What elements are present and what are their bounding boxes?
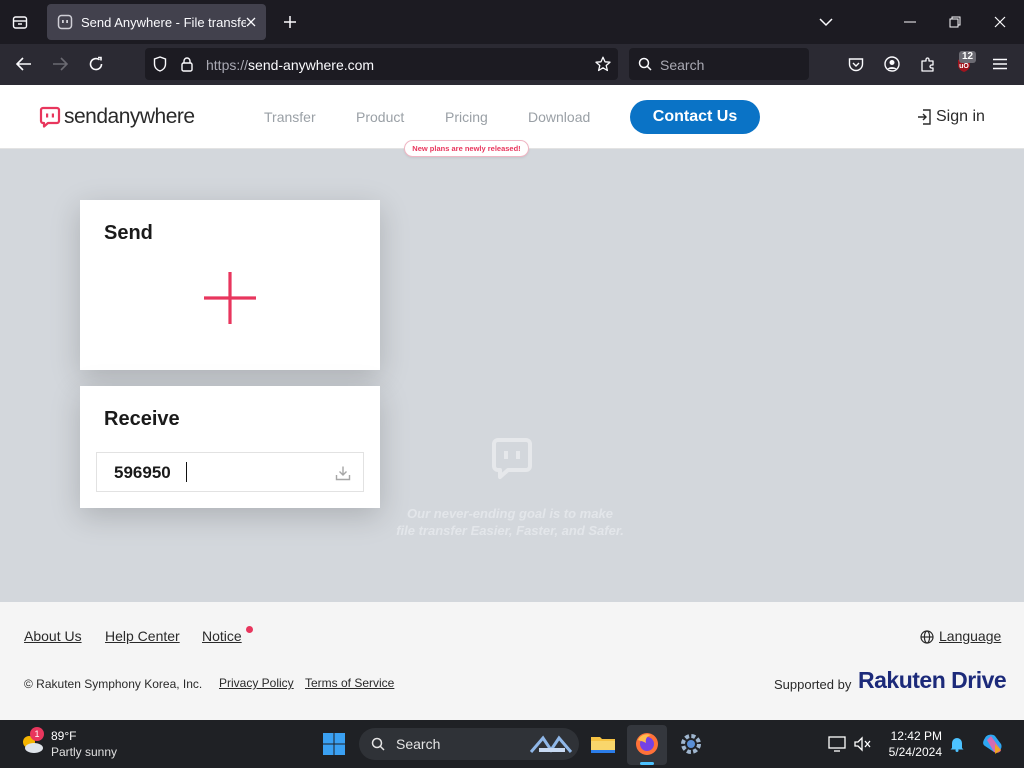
rakuten-drive-logo[interactable]: Rakuten Drive	[858, 667, 1007, 694]
settings-gear-icon[interactable]	[677, 730, 705, 758]
sign-in-link[interactable]: Sign in	[936, 108, 985, 126]
taskbar-clock-date[interactable]: 5/24/2024	[880, 745, 942, 759]
url-text[interactable]: https://send-anywhere.com	[206, 57, 374, 73]
nav-download[interactable]: Download	[528, 109, 590, 125]
menu-hamburger-icon[interactable]	[990, 54, 1010, 74]
globe-icon[interactable]	[919, 629, 935, 645]
weather-temperature: 89°F	[51, 729, 77, 743]
receive-card-title: Receive	[104, 408, 180, 430]
minimize-icon[interactable]	[900, 12, 920, 32]
windows-start-icon[interactable]	[321, 731, 347, 757]
list-all-tabs-icon[interactable]	[816, 12, 836, 32]
download-icon[interactable]	[333, 463, 353, 483]
contact-us-button[interactable]: Contact Us	[630, 100, 760, 134]
search-bar[interactable]	[629, 48, 809, 80]
footer-about-us-link[interactable]: About Us	[24, 628, 82, 644]
sendanywhere-logo-icon[interactable]	[38, 105, 62, 129]
copyright-text: © Rakuten Symphony Korea, Inc.	[24, 677, 203, 691]
active-app-indicator	[640, 762, 654, 765]
search-icon	[636, 55, 654, 73]
send-card[interactable]: Send	[80, 200, 380, 370]
close-tab-icon[interactable]	[246, 17, 256, 27]
sign-in-icon[interactable]	[916, 109, 932, 125]
site-logo-text[interactable]: sendanywhere	[64, 105, 195, 129]
language-selector[interactable]: Language	[939, 628, 1001, 644]
weather-alert-badge: 1	[30, 727, 44, 741]
text-caret	[186, 462, 187, 482]
nav-transfer[interactable]: Transfer	[264, 109, 316, 125]
extensions-puzzle-icon[interactable]	[918, 54, 938, 74]
taskbar-search-label: Search	[396, 736, 441, 752]
tray-display-icon[interactable]	[827, 734, 847, 754]
tagline-line-2: file transfer Easier, Faster, and Safer.	[396, 523, 624, 538]
receive-key-input[interactable]: 596950	[96, 452, 364, 492]
search-bar-placeholder: Search	[660, 57, 705, 73]
search-highlight-bridge-icon	[528, 730, 574, 758]
tagline-line-1: Our never-ending goal is to make	[407, 506, 613, 521]
firefox-taskbar-icon[interactable]	[633, 730, 661, 758]
account-icon[interactable]	[882, 54, 902, 74]
restore-icon[interactable]	[945, 12, 965, 32]
close-window-icon[interactable]	[990, 12, 1010, 32]
nav-product[interactable]: Product	[356, 109, 404, 125]
notice-unread-dot	[246, 626, 253, 633]
new-tab-icon[interactable]	[280, 12, 300, 32]
reload-icon[interactable]	[86, 54, 106, 74]
bookmark-star-icon[interactable]	[593, 54, 613, 74]
extension-badge-count: 12	[959, 51, 977, 63]
lock-icon[interactable]	[177, 54, 197, 74]
nav-pricing[interactable]: Pricing	[445, 109, 488, 125]
taskbar-clock-time[interactable]: 12:42 PM	[880, 729, 942, 743]
tray-volume-muted-icon[interactable]	[852, 734, 872, 754]
browser-tab-active[interactable]: Send Anywhere - File transfer	[47, 4, 266, 40]
background-logo-watermark-icon	[486, 432, 538, 484]
file-explorer-icon[interactable]	[589, 730, 617, 758]
footer-help-center-link[interactable]: Help Center	[105, 628, 180, 644]
pricing-new-plans-tooltip: New plans are newly released!	[404, 140, 529, 157]
firefox-view-icon[interactable]	[10, 12, 30, 32]
send-card-title: Send	[104, 222, 153, 244]
svg-text:uO: uO	[959, 63, 969, 70]
receive-key-value: 596950	[114, 463, 171, 482]
forward-icon[interactable]	[50, 54, 70, 74]
tracking-protection-shield-icon[interactable]	[150, 54, 170, 74]
pocket-icon[interactable]	[846, 54, 866, 74]
tab-title: Send Anywhere - File transfer	[81, 14, 246, 30]
privacy-policy-link[interactable]: Privacy Policy	[219, 676, 294, 690]
copilot-icon[interactable]	[980, 731, 1006, 757]
site-footer	[0, 602, 1024, 720]
supported-by-label: Supported by	[774, 677, 852, 692]
terms-of-service-link[interactable]: Terms of Service	[305, 676, 394, 690]
add-file-plus-icon[interactable]	[202, 270, 258, 326]
footer-notice-link[interactable]: Notice	[202, 628, 242, 644]
back-icon[interactable]	[14, 54, 34, 74]
weather-description: Partly sunny	[51, 745, 118, 759]
taskbar-search-icon	[370, 736, 386, 752]
sendanywhere-favicon-icon	[57, 14, 73, 30]
notification-bell-icon[interactable]	[947, 734, 967, 754]
receive-card: Receive 596950	[80, 386, 380, 508]
tagline-text: Our never-ending goal is to make file tr…	[360, 505, 660, 539]
